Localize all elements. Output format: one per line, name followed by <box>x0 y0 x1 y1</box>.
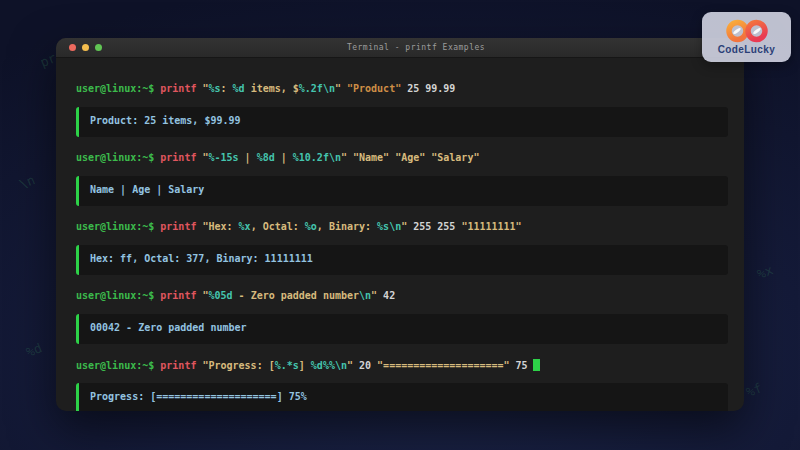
command-segment-num: 42 <box>377 290 395 301</box>
command-line: user@linux:~$ printf " %-15s | %8d | %10.… <box>76 152 728 164</box>
command-output: Progress: [====================] 75% <box>76 383 728 411</box>
command-segment-str: "====================" <box>377 360 509 371</box>
command-segment-spec: %-15s <box>208 152 238 163</box>
command-segment-spec: %s <box>377 221 389 232</box>
command-segment-str: , Binary: <box>317 221 377 232</box>
command-segment-spec: %x <box>239 221 251 232</box>
command-segment-str: " <box>347 360 359 371</box>
command-segment-str: "11111111" <box>461 221 521 232</box>
window-title: Terminal - printf Examples <box>56 43 744 52</box>
terminal-window: Terminal - printf Examples user@linux:~$… <box>56 38 744 411</box>
command-segment-prompt: user@linux:~$ <box>76 83 160 94</box>
command-segment-num: 20 <box>359 360 377 371</box>
watermark-text: \n <box>17 172 37 192</box>
command-output: 00042 - Zero padded number <box>76 314 728 344</box>
command-segment-str: "Progress: [ <box>202 360 274 371</box>
command-segment-str: ] <box>299 360 311 371</box>
command-output: Name | Age | Salary <box>76 176 728 206</box>
codelucky-infinity-icon <box>725 19 769 43</box>
command-output: Product: 25 items, $99.99 <box>76 107 728 137</box>
command-line: user@linux:~$ printf "%05d - Zero padded… <box>76 290 728 302</box>
command-segment-str: | <box>239 152 257 163</box>
command-segment-str: "Hex: <box>202 221 238 232</box>
command-segment-spec: \n <box>323 83 335 94</box>
command-segment-cmd: printf <box>160 83 202 94</box>
command-segment-spec: %s <box>208 83 220 94</box>
watermark-text: %d <box>24 340 44 360</box>
command-segment-spec: %.*s <box>275 360 299 371</box>
command-segment-str: " <box>335 83 347 94</box>
printf-example: user@linux:~$ printf "Progress: [%.*s] %… <box>76 359 728 411</box>
command-segment-spec: \n <box>389 221 401 232</box>
command-segment-str: : <box>221 83 233 94</box>
printf-example: user@linux:~$ printf "Hex: %x, Octal: %o… <box>76 221 728 275</box>
command-segment-arg: "Product" <box>347 83 401 94</box>
command-segment-spec: %05d <box>208 290 232 301</box>
command-segment-prompt: user@linux:~$ <box>76 360 160 371</box>
command-segment-cmd: printf <box>160 290 202 301</box>
printf-example: user@linux:~$ printf " %-15s | %8d | %10.… <box>76 152 728 206</box>
command-segment-cmd: printf <box>160 360 202 371</box>
printf-example: user@linux:~$ printf " %s: %d items, $%.2… <box>76 83 728 137</box>
command-segment-spec: %d <box>311 360 323 371</box>
command-segment-spec: %o <box>305 221 317 232</box>
command-segment-spec: %% <box>323 360 335 371</box>
command-line: user@linux:~$ printf "Progress: [%.*s] %… <box>76 359 728 371</box>
command-segment-str: - Zero padded number <box>233 290 359 301</box>
watermark-text: %f <box>744 380 764 400</box>
command-segment-str: , Octal: <box>251 221 305 232</box>
titlebar: Terminal - printf Examples <box>56 38 744 58</box>
command-segment-num: 25 99.99 <box>401 83 455 94</box>
terminal-cursor <box>533 359 540 371</box>
command-segment-str: " <box>341 152 353 163</box>
terminal-body[interactable]: user@linux:~$ printf " %s: %d items, $%.2… <box>56 58 744 411</box>
command-line: user@linux:~$ printf " %s: %d items, $%.2… <box>76 83 728 95</box>
printf-example: user@linux:~$ printf "%05d - Zero padded… <box>76 290 728 344</box>
command-segment-spec: %8d <box>257 152 275 163</box>
command-output: Hex: ff, Octal: 377, Binary: 11111111 <box>76 245 728 275</box>
command-segment-prompt: user@linux:~$ <box>76 152 160 163</box>
command-segment-num: 75 <box>510 360 528 371</box>
command-segment-spec: \n <box>335 360 347 371</box>
command-segment-str: "Name" "Age" "Salary" <box>353 152 479 163</box>
command-line: user@linux:~$ printf "Hex: %x, Octal: %o… <box>76 221 728 233</box>
command-segment-str: items, $ <box>245 83 299 94</box>
command-segment-spec: %.2f <box>299 83 323 94</box>
watermark-text: %x <box>755 262 775 282</box>
command-segment-spec: %d <box>233 83 245 94</box>
command-segment-prompt: user@linux:~$ <box>76 221 160 232</box>
command-segment-spec: \n <box>329 152 341 163</box>
command-segment-prompt: user@linux:~$ <box>76 290 160 301</box>
command-segment-cmd: printf <box>160 152 202 163</box>
command-segment-spec: %10.2f <box>293 152 329 163</box>
codelucky-badge: CodeLucky <box>702 12 791 62</box>
codelucky-label: CodeLucky <box>718 44 776 55</box>
command-segment-cmd: printf <box>160 221 202 232</box>
command-segment-str: | <box>275 152 293 163</box>
command-segment-num: 255 255 <box>413 221 461 232</box>
command-segment-spec: \n <box>359 290 371 301</box>
command-segment-str: " <box>401 221 413 232</box>
